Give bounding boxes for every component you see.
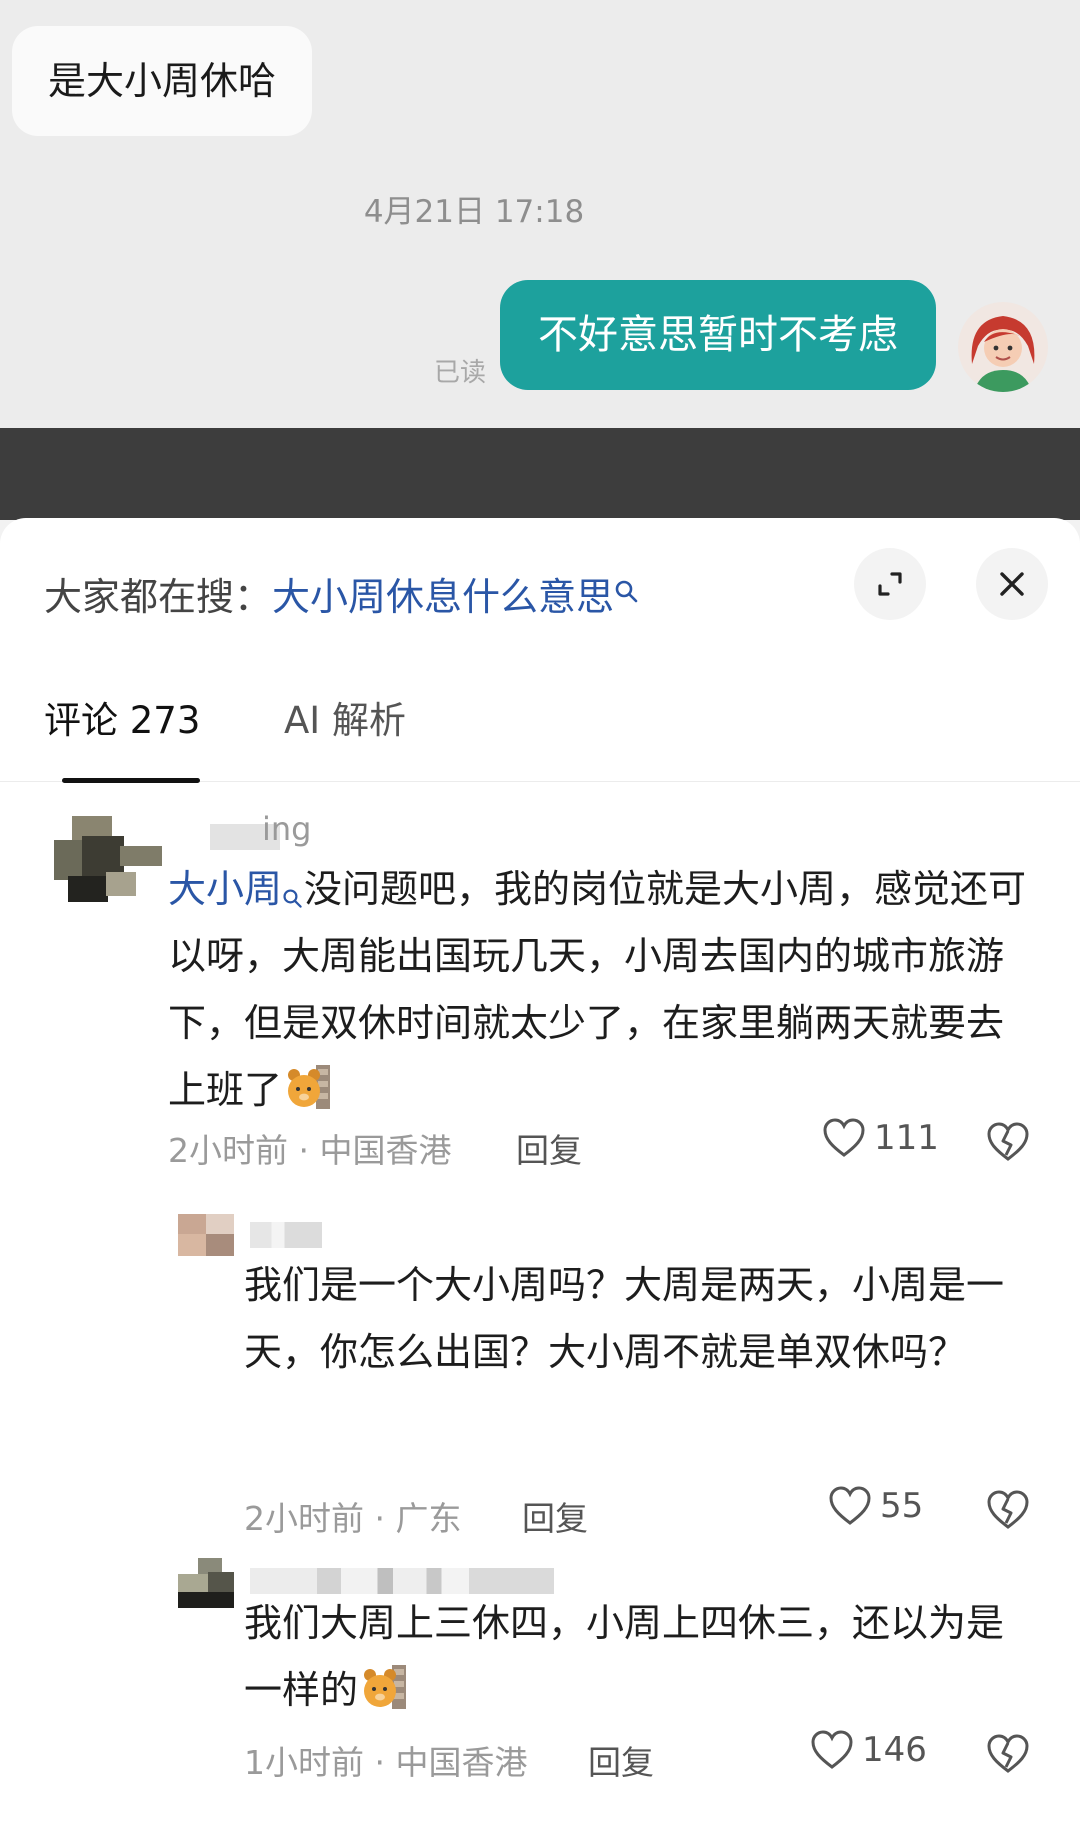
tab-ai-analysis[interactable]: AI 解析 <box>284 690 406 744</box>
heart-icon <box>811 1730 853 1769</box>
comment-meta: 2小时前 · 广东 <box>244 1492 461 1540</box>
dislike-button[interactable] <box>986 1122 1030 1166</box>
bear-emoji-icon <box>286 1063 332 1111</box>
comment-time: 1小时前 <box>244 1743 364 1782</box>
trending-search-prefix: 大家都在搜： <box>44 575 273 619</box>
read-status: 已读 <box>434 358 487 388</box>
reply-button[interactable]: 回复 <box>516 1124 582 1172</box>
comment-time: 2小时前 <box>244 1499 364 1538</box>
close-icon <box>1000 572 1024 596</box>
trending-search: 大家都在搜：大小周休息什么意思 <box>44 566 640 621</box>
comment-text: 我们是一个大小周吗？大周是两天，小周是一天，你怎么出国？大小周不就是单双休吗？ <box>244 1252 1034 1386</box>
comment-text: 大小周 没问题吧，我的岗位就是大小周，感觉还可以呀，大周能出国玩几天，小周去国内的… <box>168 856 1034 1124</box>
comment-body: 我们大周上三休四，小周上四休三，还以为是一样的 <box>244 1601 1005 1712</box>
heart-icon <box>829 1486 871 1525</box>
reply-button[interactable]: 回复 <box>588 1736 654 1784</box>
search-icon[interactable] <box>614 570 640 603</box>
like-count: 111 <box>874 1118 939 1158</box>
comment-meta: 2小时前 · 中国香港 <box>168 1124 451 1172</box>
comment-meta: 1小时前 · 中国香港 <box>244 1736 527 1784</box>
commenter-avatar[interactable] <box>178 1558 234 1608</box>
incoming-message-bubble[interactable]: 是大小周休哈 <box>12 26 313 136</box>
comment-location: 中国香港 <box>395 1743 528 1782</box>
search-icon[interactable] <box>282 864 304 908</box>
outgoing-message-bubble[interactable]: 不好意思暂时不考虑 <box>500 280 936 390</box>
commenter-avatar[interactable] <box>178 1214 234 1256</box>
commenter-username[interactable]: ing <box>262 810 311 848</box>
trending-search-link[interactable]: 大小周休息什么意思 <box>272 575 614 619</box>
reply-button[interactable]: 回复 <box>522 1492 588 1540</box>
dislike-button[interactable] <box>986 1490 1030 1534</box>
like-count: 146 <box>862 1730 927 1770</box>
heart-icon <box>823 1118 865 1157</box>
my-avatar[interactable] <box>958 302 1048 392</box>
comment-mention-link[interactable]: 大小周 <box>168 867 282 911</box>
broken-heart-icon <box>987 1122 1029 1161</box>
message-timestamp: 4月21日 17:18 <box>363 194 585 230</box>
comment-text: 我们大周上三休四，小周上四休三，还以为是一样的 <box>244 1590 1034 1724</box>
comment-sheet: 大家都在搜：大小周休息什么意思 评论 273 AI 解析 ing 大小周 没问题… <box>0 518 1080 1823</box>
meta-separator: · <box>288 1131 320 1170</box>
like-button[interactable]: 146 <box>810 1730 927 1770</box>
like-button[interactable]: 111 <box>822 1118 939 1158</box>
close-button[interactable] <box>976 548 1048 620</box>
comment-location: 广东 <box>395 1499 462 1538</box>
chat-area: 是大小周休哈 4月21日 17:18 已读 不好意思暂时不考虑 <box>0 0 1080 428</box>
like-count: 55 <box>880 1486 924 1526</box>
meta-separator: · <box>364 1743 396 1782</box>
expand-button[interactable] <box>854 548 926 620</box>
overlay-band <box>0 428 1080 520</box>
comment-body: 我们是一个大小周吗？大周是两天，小周是一天，你怎么出国？大小周不就是单双休吗？ <box>244 1263 1005 1374</box>
username-blurred <box>250 1222 322 1248</box>
commenter-avatar[interactable] <box>54 816 162 902</box>
active-tab-indicator <box>62 778 200 783</box>
avatar-illustration <box>958 302 1048 392</box>
comment-tabs: 评论 273 AI 解析 <box>0 678 1080 783</box>
comment-time: 2小时前 <box>168 1131 288 1170</box>
bear-emoji-icon <box>362 1663 408 1711</box>
broken-heart-icon <box>987 1734 1029 1773</box>
dislike-button[interactable] <box>986 1734 1030 1778</box>
broken-heart-icon <box>987 1490 1029 1529</box>
meta-separator: · <box>364 1499 396 1538</box>
comment-location: 中国香港 <box>319 1131 452 1170</box>
expand-icon <box>878 572 902 596</box>
like-button[interactable]: 55 <box>828 1486 923 1526</box>
tab-comments[interactable]: 评论 273 <box>44 690 200 744</box>
